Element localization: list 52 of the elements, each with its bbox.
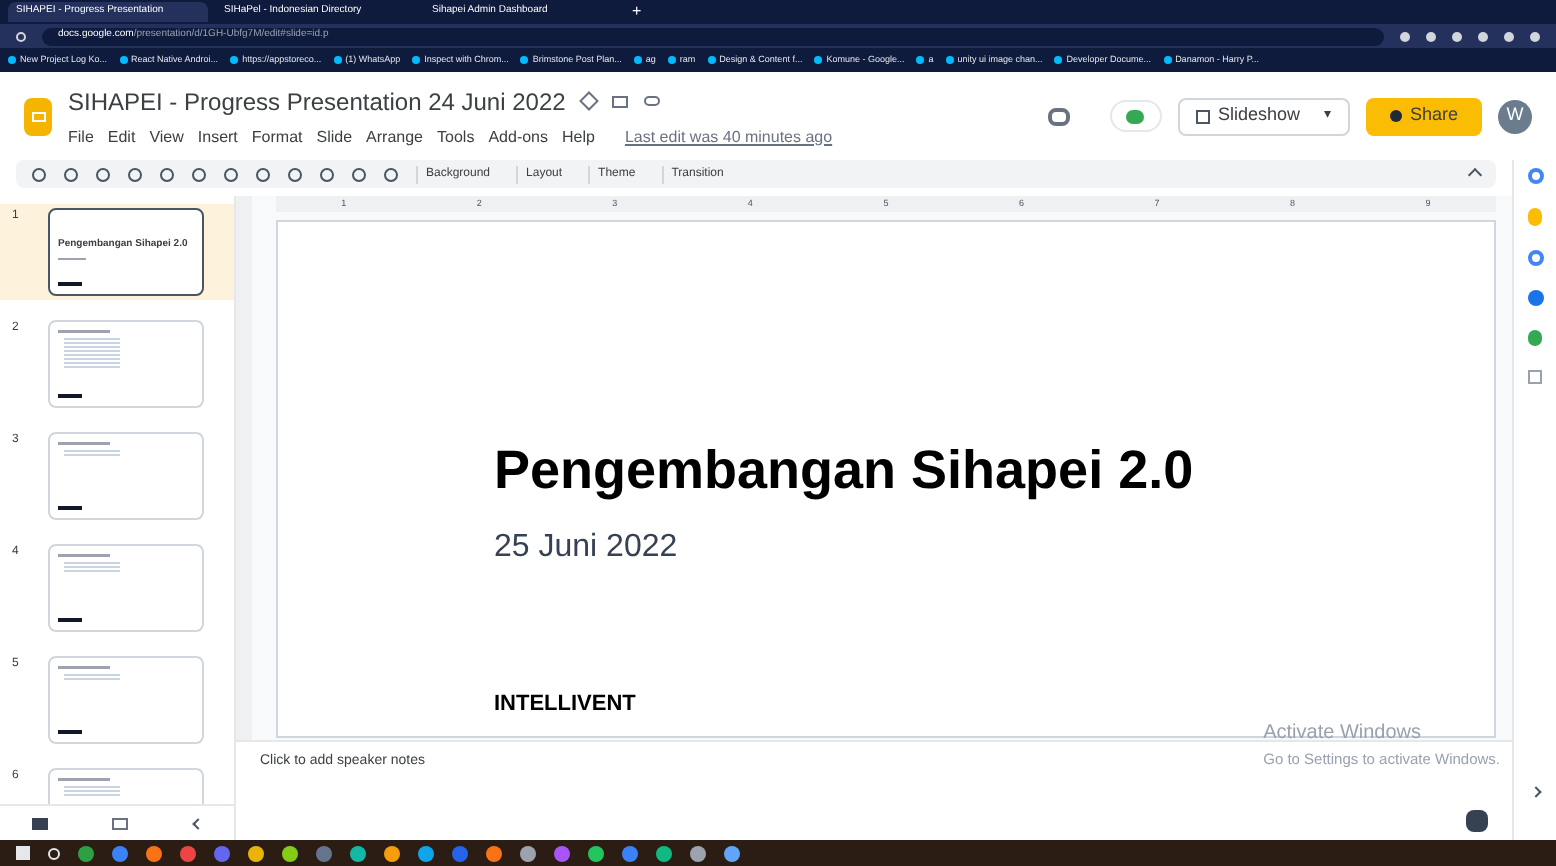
slide-thumbnail[interactable] [48,432,204,520]
menu-item[interactable]: Slide [316,125,353,149]
document-title[interactable]: SIHAPEI - Progress Presentation 24 Juni 2022 [68,83,566,119]
taskbar-app-icon[interactable] [554,845,570,861]
taskbar-app-icon[interactable] [690,845,706,861]
taskbar-app-icon[interactable] [588,845,604,861]
thumbnail-text-drawing [58,778,120,798]
user-avatar[interactable]: W [1498,99,1532,133]
taskbar-app-icon[interactable] [180,845,196,861]
taskbar-app-icon[interactable] [350,845,366,861]
last-edit-link[interactable]: Last edit was 40 minutes ago [624,125,833,149]
taskbar-app-icon[interactable] [78,845,94,861]
thumbnail-text-drawing [58,442,120,458]
menu-item[interactable]: Help [562,125,595,149]
taskbar-app-icon[interactable] [724,845,740,861]
taskbar-app-icon[interactable] [248,845,264,861]
menu-item[interactable]: View [149,125,184,149]
thumbnail-text-drawing [58,554,120,574]
menu-item[interactable]: Edit [107,125,136,149]
collapse-panel-icon[interactable] [191,817,204,829]
new-tab-button[interactable]: + [632,0,642,24]
taskbar-app-icon[interactable] [384,845,400,861]
menu-item[interactable]: Tools [437,125,475,149]
taskbar-app-icon[interactable] [622,845,638,861]
menu-item[interactable]: Insert [197,125,238,149]
taskbar-app-icon[interactable] [146,845,162,861]
slide-thumbnail[interactable] [48,656,204,744]
share-button[interactable]: Share [1365,97,1482,135]
taskbar-app-icon[interactable] [282,845,298,861]
menu-item[interactable]: File [68,125,94,149]
taskbar-app-icon[interactable] [214,845,230,861]
folder-icon[interactable] [611,95,628,107]
slide-thumbnail[interactable] [48,320,204,408]
grid-view-icon[interactable] [112,817,129,829]
taskbar-app-icon[interactable] [520,845,536,861]
taskbar-app-icon[interactable] [316,845,332,861]
slide-brand: INTELLIVENT [494,689,638,719]
menu-item[interactable]: Add-ons [488,125,548,149]
taskbar-app-icon[interactable] [418,845,434,861]
taskbar-app-icon[interactable] [486,845,502,861]
activation-title: Activate Windows [1263,720,1422,748]
filmstrip-view-icon[interactable] [32,817,49,829]
thumbnail-text-drawing [58,666,120,682]
menu-item[interactable]: Arrange [366,125,424,149]
menu-item[interactable]: Format [251,125,303,149]
taskbar-app-icon[interactable] [112,845,128,861]
slide-thumbnail[interactable] [48,544,204,632]
meet-button[interactable] [1109,100,1162,132]
slide-title: Pengembangan Sihapei 2.0 [494,438,1196,504]
slide-subtitle: 25 Juni 2022 [494,527,680,567]
taskbar-app-icon[interactable] [656,845,672,861]
thumbnail-text-drawing [58,330,120,370]
